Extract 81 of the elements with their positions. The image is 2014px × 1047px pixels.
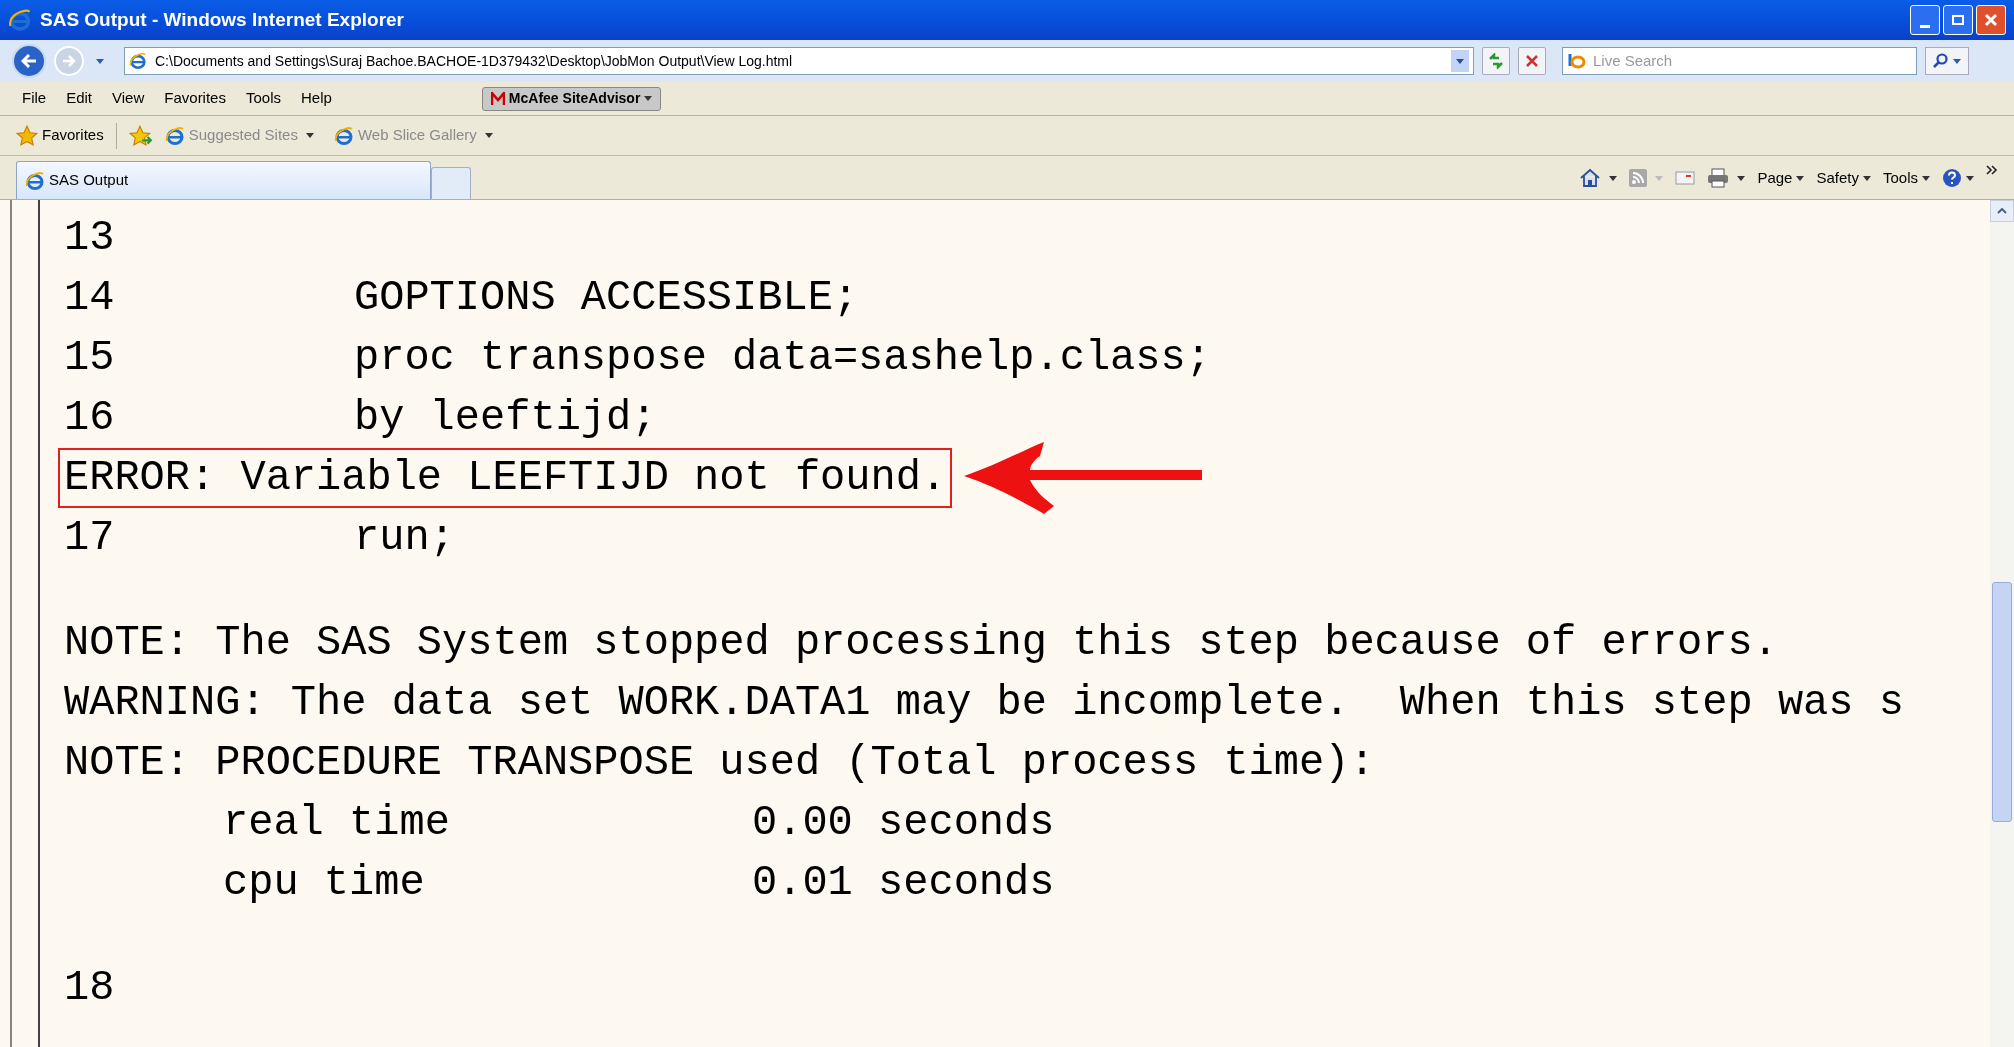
code-line: proc transpose data=sashelp.class;: [354, 333, 1211, 384]
search-input[interactable]: Live Search: [1593, 49, 1893, 73]
browser-tab[interactable]: SAS Output: [16, 161, 431, 199]
address-field[interactable]: C:\Documents and Settings\Suraj Bachoe.BACHOE-1D379432\Desktop\JobMon Output\View Log.html: [124, 47, 1474, 75]
envelope-icon: [1675, 171, 1696, 185]
star-icon: [16, 124, 38, 147]
caret-icon: [1796, 175, 1805, 181]
restore-button[interactable]: [1943, 5, 1973, 35]
print-button[interactable]: [1707, 168, 1746, 188]
add-favorite-button[interactable]: [128, 124, 153, 147]
caret-icon: [644, 96, 653, 101]
right-arrow-icon: [62, 55, 76, 67]
menu-item[interactable]: File: [12, 83, 57, 114]
star-plus-icon: [128, 124, 153, 147]
log-message: WARNING: The data set WORK.DATA1 may be incomplete. When this step was s: [64, 678, 1905, 729]
log-message: NOTE: The SAS System stopped processing this step because of errors.: [64, 618, 1779, 669]
code-line: by leeftijd;: [354, 393, 657, 444]
line-number: 18: [64, 963, 116, 1014]
home-button[interactable]: [1579, 168, 1618, 188]
help-button[interactable]: [1942, 168, 1974, 188]
menu-item[interactable]: View: [102, 83, 155, 114]
error-message: ERROR: Variable LEEFTIJD not found.: [58, 448, 953, 508]
refresh-button[interactable]: [1482, 47, 1510, 75]
close-icon: [1984, 13, 1998, 27]
arrow-icon: [964, 440, 1205, 516]
minimize-button[interactable]: [1910, 5, 1940, 35]
help-icon: [1942, 168, 1962, 188]
addon-button[interactable]: McAfee SiteAdvisor: [481, 86, 662, 111]
caret-icon: [305, 133, 314, 138]
back-button[interactable]: [12, 44, 46, 78]
caret-icon: [96, 58, 104, 64]
code-line: GOPTIONS ACCESSIBLE;: [354, 273, 859, 324]
menu-item[interactable]: Edit: [56, 83, 103, 114]
browser-logo-icon: [129, 52, 147, 70]
caret-icon: [1862, 175, 1871, 181]
line-number: 17: [64, 513, 116, 564]
caret-icon: [1456, 58, 1464, 64]
search-button[interactable]: [1925, 47, 1969, 75]
mail-button[interactable]: [1675, 171, 1696, 185]
menu-item[interactable]: Help: [291, 83, 342, 114]
code-line: run;: [354, 513, 455, 564]
left-arrow-icon: [21, 54, 37, 68]
menu-item[interactable]: Favorites: [154, 83, 236, 114]
house-icon: [1579, 168, 1602, 188]
line-number: 13: [64, 213, 116, 264]
command-menu[interactable]: Tools: [1882, 166, 1930, 190]
printer-icon: [1707, 168, 1730, 188]
caret-icon: [1966, 175, 1974, 181]
browser-logo-icon: [25, 170, 45, 191]
menu-item[interactable]: Tools: [235, 83, 291, 114]
caret-icon: [1609, 175, 1618, 181]
scrollbar-thumb[interactable]: [1992, 582, 2012, 822]
caret-icon: [484, 133, 493, 138]
caret-icon: [1655, 175, 1664, 181]
caret-icon: [1922, 175, 1930, 181]
timing-value: 0.00 seconds: [752, 798, 1055, 849]
browser-logo-icon: [8, 8, 32, 32]
stop-icon: [1525, 54, 1539, 68]
search-icon: [1933, 53, 1949, 69]
close-button[interactable]: [1976, 5, 2006, 35]
favorites-button[interactable]: Favorites: [16, 124, 104, 147]
stop-button[interactable]: [1518, 47, 1546, 75]
command-menu[interactable]: Safety: [1816, 166, 1871, 190]
timing-label: cpu time: [223, 858, 426, 909]
line-number: 15: [64, 333, 116, 384]
command-menu[interactable]: Page: [1757, 166, 1805, 190]
browser-logo-icon: [164, 125, 185, 146]
feed-icon: [1629, 169, 1648, 187]
timing-label: real time: [223, 798, 451, 849]
timing-value: 0.01 seconds: [752, 858, 1055, 909]
line-number: 14: [64, 273, 116, 324]
search-field[interactable]: Live Search: [1562, 47, 1917, 75]
window-title: SAS Output - Windows Internet Explorer: [40, 7, 404, 32]
log-message: NOTE: PROCEDURE TRANSPOSE used (Total process time):: [64, 738, 1376, 789]
caret-icon: [1953, 58, 1961, 64]
browser-logo-icon: [333, 125, 354, 146]
chevron-icon: [1986, 165, 1998, 175]
line-number: 16: [64, 393, 116, 444]
refresh-icon: [1487, 53, 1505, 69]
caret-icon: [1737, 175, 1746, 181]
feeds-button[interactable]: [1629, 169, 1664, 187]
